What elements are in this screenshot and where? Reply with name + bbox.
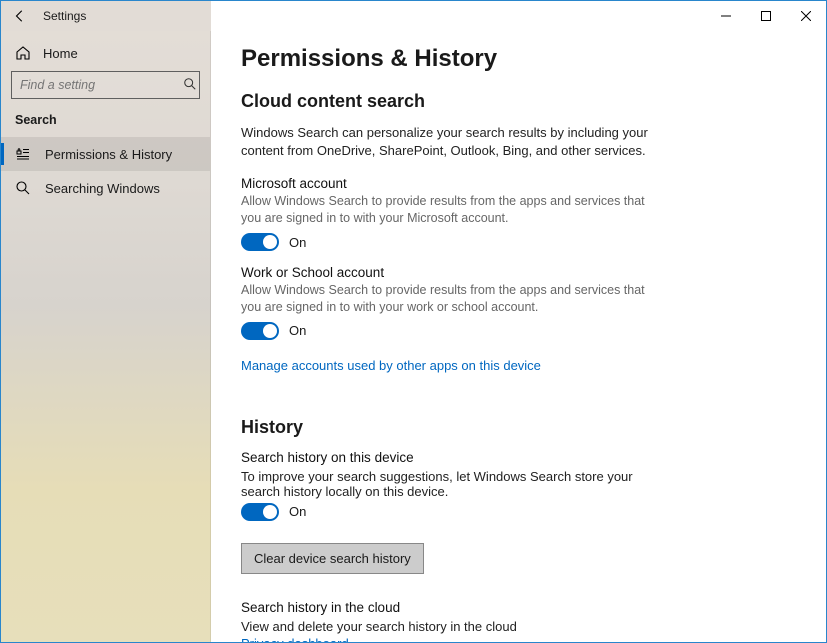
search-box[interactable]: [11, 71, 200, 99]
ms-account-title: Microsoft account: [241, 176, 796, 191]
home-nav[interactable]: Home: [1, 37, 210, 71]
sidebar-search: [1, 71, 210, 113]
ms-account-toggle-label: On: [289, 235, 306, 250]
home-icon: [15, 45, 31, 61]
work-account-desc: Allow Windows Search to provide results …: [241, 282, 661, 316]
history-section-title: History: [241, 417, 796, 438]
device-history-toggle-label: On: [289, 504, 306, 519]
search-input[interactable]: [20, 78, 183, 92]
work-account-title: Work or School account: [241, 265, 796, 280]
cloud-history-title: Search history in the cloud: [241, 600, 796, 615]
search-windows-icon: [15, 180, 31, 196]
device-history-desc: To improve your search suggestions, let …: [241, 469, 661, 499]
cloud-history-line1: View and delete your search history in t…: [241, 619, 661, 634]
sidebar-item-searching-windows[interactable]: Searching Windows: [1, 171, 210, 205]
ms-account-toggle[interactable]: [241, 233, 279, 251]
settings-window: Settings Home: [0, 0, 827, 643]
permissions-icon: [15, 146, 31, 162]
sidebar-section-label: Search: [1, 113, 210, 137]
cloud-desc: Windows Search can personalize your sear…: [241, 124, 661, 160]
sidebar-item-label: Permissions & History: [45, 147, 172, 162]
clear-history-button[interactable]: Clear device search history: [241, 543, 424, 574]
ms-account-desc: Allow Windows Search to provide results …: [241, 193, 661, 227]
window-controls: [706, 1, 826, 31]
work-account-toggle-label: On: [289, 323, 306, 338]
main-content[interactable]: Permissions & History Cloud content sear…: [211, 31, 826, 642]
ms-account-toggle-row: On: [241, 233, 796, 251]
manage-accounts-link[interactable]: Manage accounts used by other apps on th…: [241, 358, 541, 373]
home-label: Home: [43, 46, 78, 61]
device-history-title: Search history on this device: [241, 450, 796, 465]
search-icon: [183, 77, 197, 94]
titlebar: Settings: [1, 1, 826, 31]
work-account-toggle-row: On: [241, 322, 796, 340]
device-history-toggle-row: On: [241, 503, 796, 521]
work-account-toggle[interactable]: [241, 322, 279, 340]
minimize-button[interactable]: [706, 1, 746, 31]
sidebar: Home Search Permissions & History: [1, 31, 211, 642]
privacy-dashboard-link[interactable]: Privacy dashboard: [241, 636, 349, 642]
app-title: Settings: [43, 9, 86, 23]
maximize-button[interactable]: [746, 1, 786, 31]
cloud-section-title: Cloud content search: [241, 91, 796, 112]
page-title: Permissions & History: [241, 45, 796, 73]
close-button[interactable]: [786, 1, 826, 31]
back-button[interactable]: [11, 7, 29, 25]
sidebar-item-permissions-history[interactable]: Permissions & History: [1, 137, 210, 171]
sidebar-item-label: Searching Windows: [45, 181, 160, 196]
device-history-toggle[interactable]: [241, 503, 279, 521]
